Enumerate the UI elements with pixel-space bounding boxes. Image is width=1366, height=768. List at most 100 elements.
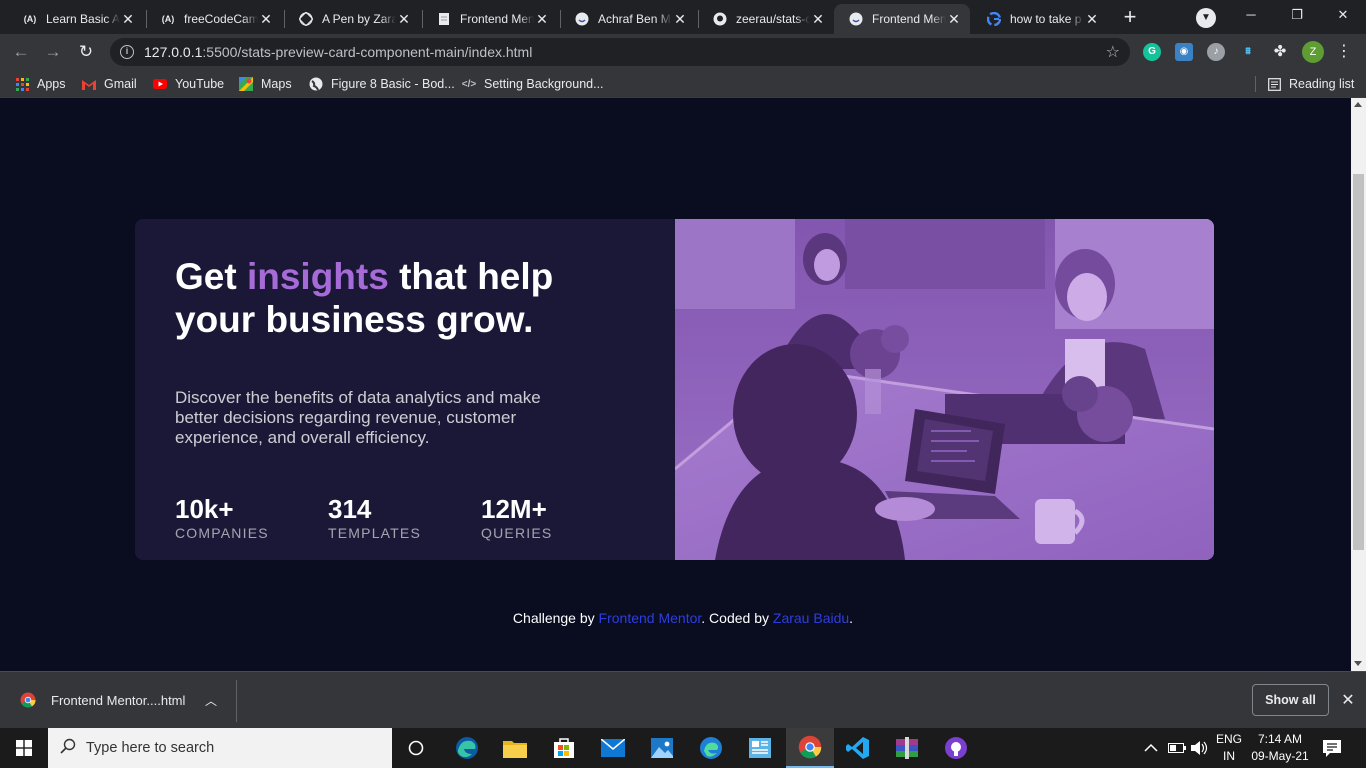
bookmark-gmail[interactable]: Gmail xyxy=(82,75,137,93)
tray-chevron-up-icon[interactable] xyxy=(1144,728,1158,768)
google-icon xyxy=(986,11,1002,27)
close-icon[interactable]: ✕ xyxy=(1084,11,1100,28)
stats-row: 10k+ COMPANIES 314 TEMPLATES 12M+ QUERIE… xyxy=(175,495,634,541)
info-icon[interactable]: i xyxy=(120,45,134,59)
attribution-text: . xyxy=(849,610,854,626)
language-indicator[interactable]: ENG IN xyxy=(1214,731,1244,765)
volume-icon[interactable] xyxy=(1191,728,1209,768)
back-arrow-icon[interactable]: ← xyxy=(8,39,34,65)
tab-github-repo[interactable]: zeerau/stats-c ✕ xyxy=(698,4,834,34)
author-link[interactable]: Zarau Baidu xyxy=(773,610,849,626)
bookmark-youtube[interactable]: YouTube xyxy=(153,75,224,93)
close-icon[interactable]: ✕ xyxy=(672,11,688,28)
tab-frontend-mentor-1[interactable]: Frontend Mentor ✕ xyxy=(422,4,558,34)
mail-icon[interactable] xyxy=(589,728,637,768)
bookmark-setting-background[interactable]: </> Setting Background... xyxy=(462,75,604,93)
windows-start-icon[interactable] xyxy=(0,728,48,768)
profile-avatar[interactable]: Z xyxy=(1302,41,1324,63)
apps-grid-icon xyxy=(15,77,29,91)
close-icon[interactable]: ✕ xyxy=(258,11,274,28)
tab-search-chevron-icon[interactable]: ▼ xyxy=(1196,8,1216,28)
download-item[interactable]: Frontend Mentor....html xyxy=(20,690,185,710)
chevron-up-icon[interactable]: ︿ xyxy=(205,692,217,709)
reading-list-label: Reading list xyxy=(1289,77,1355,91)
chrome-file-icon xyxy=(20,692,36,708)
tab-learn-basic-ai[interactable]: (A) Learn Basic AI ✕ xyxy=(8,4,144,34)
store-icon[interactable] xyxy=(540,728,588,768)
menu-kebab-icon[interactable]: ⋮ xyxy=(1336,41,1352,61)
bookmark-maps[interactable]: Maps xyxy=(239,75,292,93)
gmail-icon xyxy=(82,77,96,91)
tab-codepen[interactable]: A Pen by Zara ✕ xyxy=(284,4,420,34)
stat-value: 12M+ xyxy=(481,494,547,524)
region-code: IN xyxy=(1223,749,1235,763)
window-close-icon[interactable]: ✕ xyxy=(1320,0,1366,30)
close-icon[interactable]: ✕ xyxy=(810,11,826,28)
taskbar-search-box[interactable]: Type here to search xyxy=(48,728,392,768)
tab-freecodecamp[interactable]: (A) freeCodeCamp ✕ xyxy=(146,4,282,34)
download-shelf: Frontend Mentor....html ︿ Show all ✕ xyxy=(0,671,1366,728)
frontend-mentor-link[interactable]: Frontend Mentor xyxy=(599,610,702,626)
url-text[interactable]: 127.0.0.1:5500/stats-preview-card-compon… xyxy=(144,44,532,60)
close-icon[interactable]: ✕ xyxy=(396,11,412,28)
office-photo-illustration xyxy=(675,219,1214,560)
address-bar[interactable]: i 127.0.0.1:5500/stats-preview-card-comp… xyxy=(110,38,1130,66)
reload-icon[interactable]: ↻ xyxy=(73,39,99,65)
angular-a-icon: (A) xyxy=(23,14,37,24)
bookmarks-separator xyxy=(1255,76,1256,92)
file-explorer-icon[interactable] xyxy=(491,728,539,768)
photos-icon[interactable] xyxy=(638,728,686,768)
angular-a-icon: (A) xyxy=(161,14,175,24)
bookmark-figure8[interactable]: Figure 8 Basic - Bod... xyxy=(309,75,455,93)
download-filename: Frontend Mentor....html xyxy=(51,692,186,708)
new-tab-plus-icon[interactable]: + xyxy=(1118,6,1142,30)
stat-value: 314 xyxy=(328,494,372,524)
close-icon[interactable]: ✕ xyxy=(534,11,550,28)
notification-center-icon[interactable] xyxy=(1322,738,1342,758)
vscode-icon[interactable] xyxy=(834,728,882,768)
tab-google-search[interactable]: how to take p ✕ xyxy=(972,4,1108,34)
battery-icon[interactable] xyxy=(1168,728,1186,768)
bookmark-star-icon[interactable]: ☆ xyxy=(1106,42,1120,62)
github-desktop-icon[interactable] xyxy=(932,728,980,768)
close-icon[interactable]: ✕ xyxy=(120,11,136,28)
show-all-button[interactable]: Show all xyxy=(1252,684,1329,716)
scroll-down-arrow-icon[interactable] xyxy=(1354,661,1362,666)
winrar-icon[interactable] xyxy=(883,728,931,768)
card-content: Get insights that help your business gro… xyxy=(175,255,635,448)
extension-logo-icon[interactable]: ⩩ xyxy=(1239,43,1257,61)
extensions-puzzle-icon[interactable]: ✤ xyxy=(1271,43,1289,61)
minimize-icon[interactable]: ─ xyxy=(1228,0,1274,30)
tab-title: zeerau/stats-c xyxy=(736,12,810,26)
code-brackets-icon: </> xyxy=(461,78,477,90)
cortana-circle-icon[interactable] xyxy=(392,728,440,768)
restore-icon[interactable]: ❐ xyxy=(1274,0,1320,30)
tab-frontend-mentor-active[interactable]: Frontend Mentor ✕ xyxy=(834,4,970,34)
extension-screen-icon[interactable]: ◉ xyxy=(1175,43,1193,61)
bookmark-apps[interactable]: Apps xyxy=(15,75,66,93)
document-icon xyxy=(436,11,452,27)
card-description: Discover the benefits of data analytics … xyxy=(175,388,541,447)
tab-achraf[interactable]: Achraf Ben M ✕ xyxy=(560,4,696,34)
taskbar-clock[interactable]: 7:14 AM 09-May-21 xyxy=(1248,731,1312,765)
scrollbar-thumb[interactable] xyxy=(1353,174,1364,550)
scroll-up-arrow-icon[interactable] xyxy=(1354,102,1362,107)
chrome-taskbar-icon[interactable] xyxy=(786,728,834,768)
close-icon[interactable]: ✕ xyxy=(946,11,962,28)
close-icon[interactable]: ✕ xyxy=(1339,690,1357,710)
edge-icon[interactable] xyxy=(443,728,491,768)
extension-gray-icon[interactable]: ♪ xyxy=(1207,43,1225,61)
shelf-separator xyxy=(236,680,237,722)
stat-label: TEMPLATES xyxy=(328,525,422,541)
bookmark-label: Setting Background... xyxy=(484,77,604,91)
card-headline: Get insights that help your business gro… xyxy=(175,255,635,341)
maps-icon xyxy=(239,77,253,91)
page-scrollbar[interactable] xyxy=(1351,98,1366,671)
grammarly-icon[interactable]: G xyxy=(1143,43,1161,61)
edge-new-icon[interactable] xyxy=(687,728,735,768)
news-app-icon[interactable] xyxy=(736,728,784,768)
forward-arrow-icon[interactable]: → xyxy=(40,39,66,65)
search-placeholder: Type here to search xyxy=(86,740,215,756)
reading-list-button[interactable]: Reading list xyxy=(1267,75,1354,93)
language-code: ENG xyxy=(1215,732,1242,746)
